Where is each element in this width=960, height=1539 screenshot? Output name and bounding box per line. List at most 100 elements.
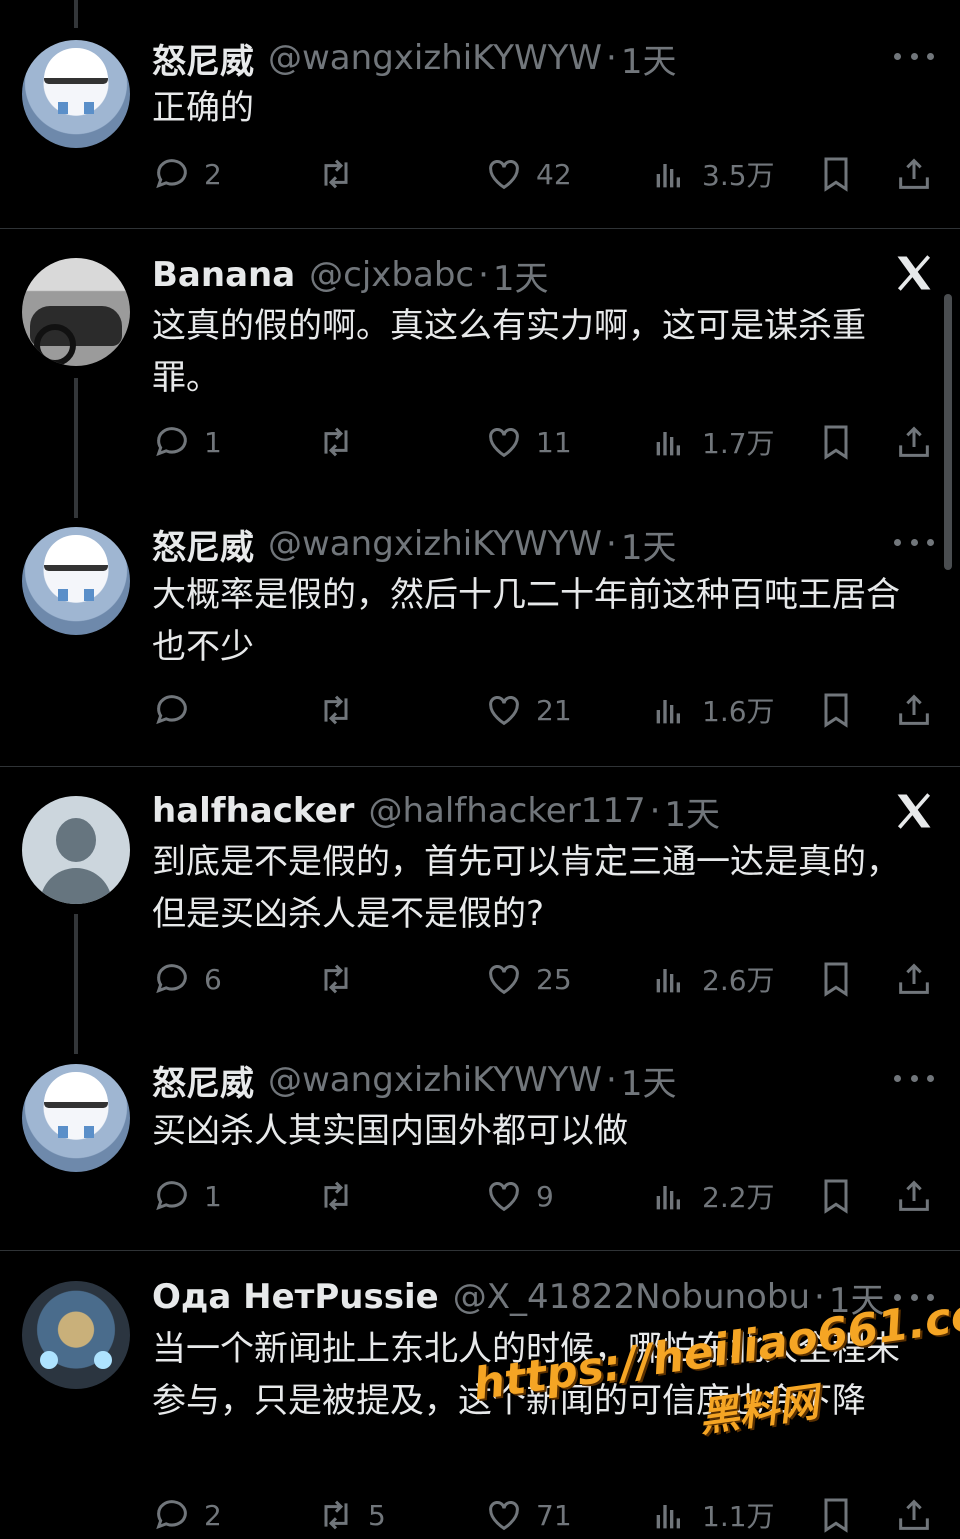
retweet-button[interactable] xyxy=(316,422,368,462)
tweet-text: 大概率是假的，然后十几二十年前这种百吨王居合也不少 xyxy=(152,575,900,667)
reply-button[interactable]: 6 xyxy=(152,959,222,999)
tweet-1[interactable]: 怒尼威 @wangxizhiKYWYW · 1天 正确的 2 42 3.5万 xyxy=(0,0,960,228)
action-bar: 21 1.6万 xyxy=(0,690,960,734)
author-name[interactable]: 怒尼威 xyxy=(152,520,254,569)
tweet-2[interactable]: Banana @cjxbabc · 1天 这真的假的啊。真这么有实力啊，这可是谋… xyxy=(0,229,960,499)
retweet-button[interactable] xyxy=(316,1176,368,1216)
view-count: 1.6万 xyxy=(702,695,775,728)
retweet-button[interactable] xyxy=(316,959,368,999)
avatar[interactable] xyxy=(22,796,130,904)
author-handle[interactable]: @wangxizhiKYWYW xyxy=(268,524,602,564)
avatar[interactable] xyxy=(22,1064,130,1172)
bookmark-button[interactable] xyxy=(816,690,856,730)
reply-icon xyxy=(156,1500,187,1530)
share-icon xyxy=(899,426,929,457)
x-logo-icon[interactable] xyxy=(892,789,936,833)
author-name[interactable]: halfhacker xyxy=(152,791,354,831)
reply-icon xyxy=(156,427,187,457)
timestamp[interactable]: 1天 xyxy=(621,1056,677,1105)
retweet-button[interactable] xyxy=(316,154,368,194)
reply-button[interactable]: 1 xyxy=(152,1176,222,1216)
more-icon[interactable] xyxy=(894,532,934,552)
like-button[interactable]: 71 xyxy=(484,1495,572,1535)
like-count: 71 xyxy=(536,1498,572,1532)
reply-icon xyxy=(156,695,187,725)
views-button[interactable]: 1.1万 xyxy=(650,1495,775,1535)
separator-dot: · xyxy=(606,1060,617,1100)
share-button[interactable] xyxy=(894,1176,934,1216)
views-button[interactable]: 2.6万 xyxy=(650,959,775,999)
timestamp[interactable]: 1天 xyxy=(621,34,677,83)
view-count: 2.2万 xyxy=(702,1181,775,1214)
separator-dot: · xyxy=(649,791,661,831)
views-button[interactable]: 1.6万 xyxy=(650,690,775,730)
reply-button[interactable]: 1 xyxy=(152,422,222,462)
reply-count: 2 xyxy=(204,157,222,191)
like-button[interactable]: 25 xyxy=(484,959,572,999)
reply-button[interactable]: 2 xyxy=(152,154,222,194)
tweet-4[interactable]: halfhacker @halfhacker117 · 1天 到底是不是假的，首… xyxy=(0,767,960,1037)
views-button[interactable]: 2.2万 xyxy=(650,1176,775,1216)
action-bar: 1 9 2.2万 xyxy=(0,1176,960,1220)
thread-line xyxy=(74,914,78,1054)
reply-icon xyxy=(156,964,187,994)
author-name[interactable]: 怒尼威 xyxy=(152,34,254,83)
author-name[interactable]: Ода НетPussie xyxy=(152,1277,439,1317)
more-icon[interactable] xyxy=(894,46,934,66)
analytics-icon xyxy=(656,164,680,188)
bookmark-icon xyxy=(824,1179,848,1214)
timestamp[interactable]: 1天 xyxy=(664,787,720,836)
bookmark-button[interactable] xyxy=(816,154,856,194)
bookmark-button[interactable] xyxy=(816,959,856,999)
share-button[interactable] xyxy=(894,959,934,999)
avatar[interactable] xyxy=(22,1281,130,1389)
avatar[interactable] xyxy=(22,527,130,635)
bookmark-button[interactable] xyxy=(816,422,856,462)
view-count: 3.5万 xyxy=(702,159,775,192)
tweet-text: 到底是不是假的，首先可以肯定三通一达是真的，但是买凶杀人是不是假的? xyxy=(152,842,900,934)
heart-icon xyxy=(489,1182,519,1212)
avatar[interactable] xyxy=(22,40,130,148)
share-button[interactable] xyxy=(894,690,934,730)
thread-line xyxy=(74,378,78,518)
bookmark-button[interactable] xyxy=(816,1176,856,1216)
like-button[interactable]: 42 xyxy=(484,154,572,194)
bookmark-icon xyxy=(824,157,848,192)
x-logo-icon[interactable] xyxy=(892,251,936,295)
bookmark-button[interactable] xyxy=(816,1495,856,1535)
tweet-5[interactable]: 怒尼威 @wangxizhiKYWYW · 1天 买凶杀人其实国内国外都可以做 … xyxy=(0,1038,960,1250)
retweet-icon xyxy=(324,1500,348,1530)
reply-button[interactable] xyxy=(152,690,204,730)
author-handle[interactable]: @wangxizhiKYWYW xyxy=(268,38,602,78)
views-button[interactable]: 1.7万 xyxy=(650,422,775,462)
share-button[interactable] xyxy=(894,154,934,194)
timestamp[interactable]: 1天 xyxy=(493,251,549,300)
retweet-icon xyxy=(324,964,348,994)
bookmark-icon xyxy=(824,693,848,728)
share-button[interactable] xyxy=(894,1495,934,1535)
author-handle[interactable]: @halfhacker117 xyxy=(368,791,645,831)
scrollbar[interactable] xyxy=(944,294,952,570)
like-button[interactable]: 9 xyxy=(484,1176,554,1216)
author-name[interactable]: 怒尼威 xyxy=(152,1056,254,1105)
share-icon xyxy=(899,1499,929,1530)
bookmark-icon xyxy=(824,962,848,997)
avatar[interactable] xyxy=(22,258,130,366)
author-handle[interactable]: @wangxizhiKYWYW xyxy=(268,1060,602,1100)
share-button[interactable] xyxy=(894,422,934,462)
author-handle[interactable]: @cjxbabc xyxy=(309,255,474,295)
author-name[interactable]: Banana xyxy=(152,255,295,295)
reply-button[interactable]: 2 xyxy=(152,1495,222,1535)
views-button[interactable]: 3.5万 xyxy=(650,154,775,194)
like-count: 11 xyxy=(536,425,572,459)
view-count: 1.1万 xyxy=(702,1500,775,1533)
retweet-button[interactable]: 5 xyxy=(316,1495,386,1535)
author-handle[interactable]: @X_41822Nobunobu xyxy=(453,1277,810,1317)
retweet-button[interactable] xyxy=(316,690,368,730)
like-button[interactable]: 21 xyxy=(484,690,572,730)
action-bar: 1 11 1.7万 xyxy=(0,422,960,466)
tweet-3[interactable]: 怒尼威 @wangxizhiKYWYW · 1天 大概率是假的，然后十几二十年前… xyxy=(0,500,960,766)
more-icon[interactable] xyxy=(894,1068,934,1088)
like-button[interactable]: 11 xyxy=(484,422,572,462)
timestamp[interactable]: 1天 xyxy=(621,520,677,569)
